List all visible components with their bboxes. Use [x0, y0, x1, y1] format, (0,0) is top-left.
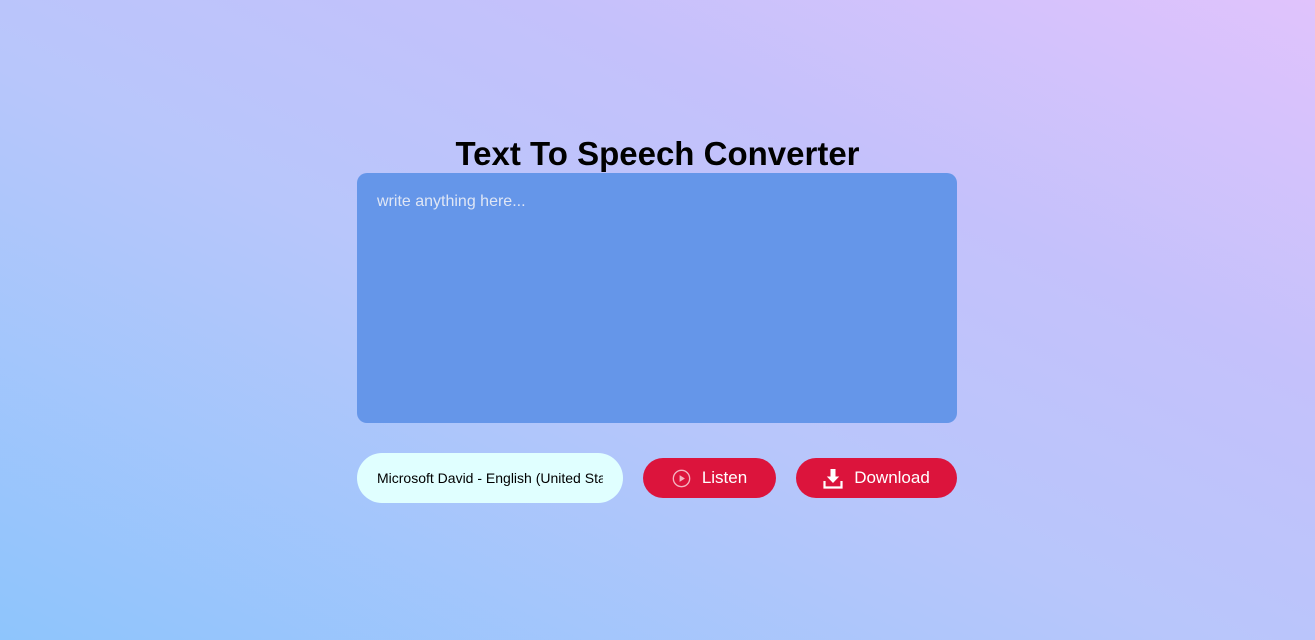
listen-button[interactable]: Listen	[643, 458, 776, 498]
download-button-label: Download	[854, 468, 930, 487]
listen-button-label: Listen	[701, 468, 748, 487]
controls-row: Microsoft David - English (United States…	[357, 453, 957, 503]
download-icon	[823, 468, 843, 489]
play-circle-icon	[672, 469, 691, 488]
voice-select[interactable]: Microsoft David - English (United States…	[357, 453, 623, 503]
voice-select-value: Microsoft David - English (United States…	[377, 470, 603, 486]
page-title: Text To Speech Converter	[455, 135, 860, 172]
text-input[interactable]	[357, 173, 957, 423]
download-button[interactable]: Download	[796, 458, 957, 498]
